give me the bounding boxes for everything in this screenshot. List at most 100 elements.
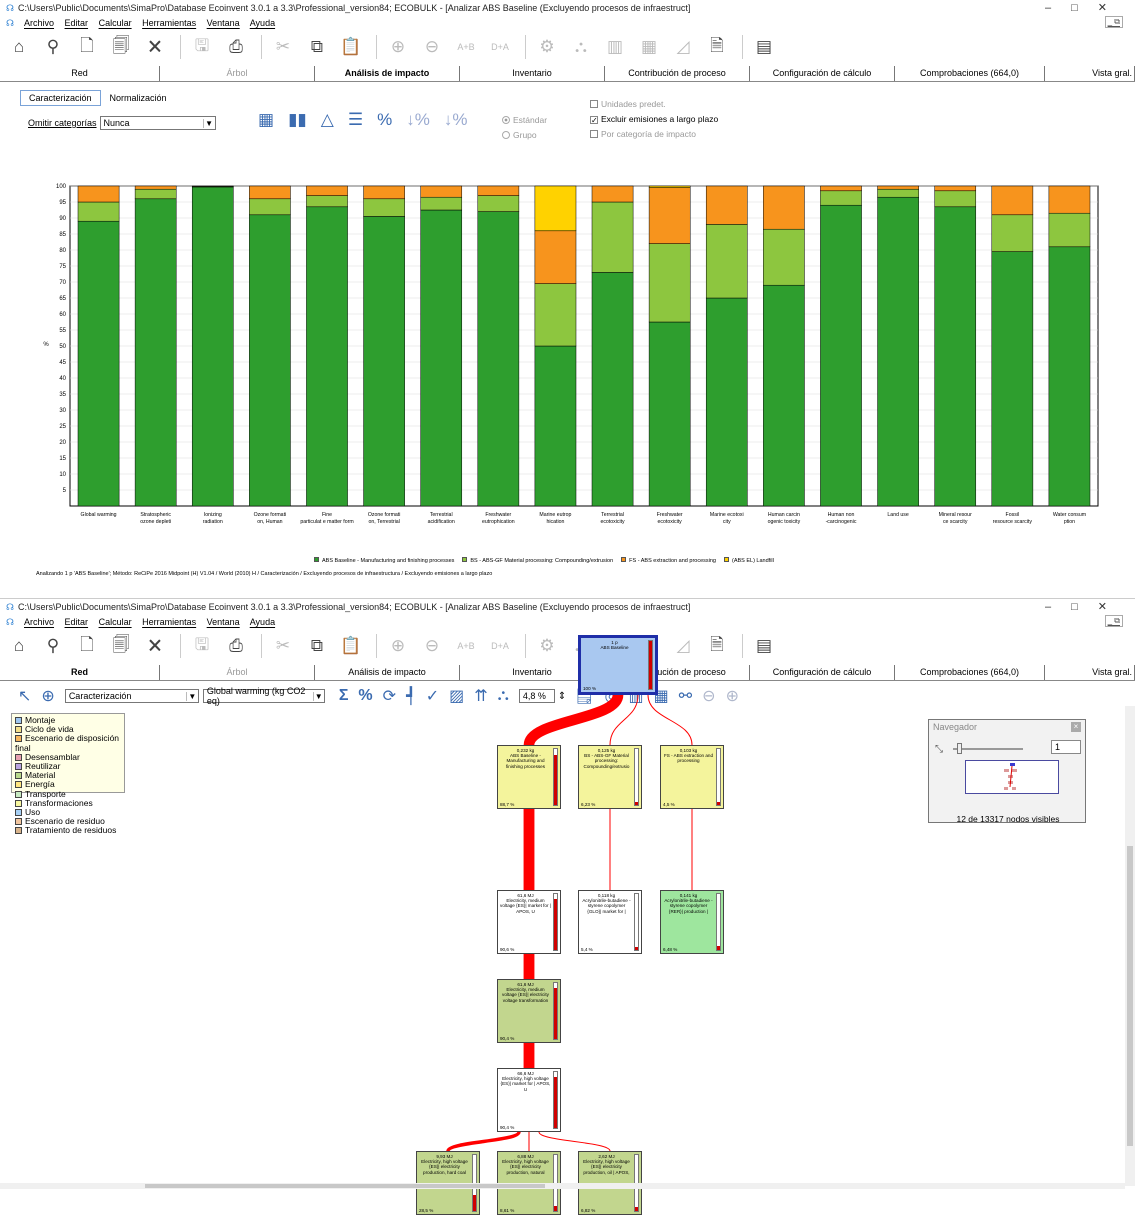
copy-icon[interactable]: ⧉	[302, 32, 332, 62]
menu-ventana[interactable]: Ventana	[207, 18, 240, 28]
tab-vista-general[interactable]: Vista gral.	[1045, 66, 1135, 81]
horizontal-scrollbar[interactable]	[0, 1183, 1125, 1189]
sub-tabs: Caracterización Normalización	[20, 90, 176, 106]
zoom-fit-icon[interactable]: ⤡	[935, 744, 943, 755]
chart-single-icon[interactable]: ▥	[600, 32, 630, 62]
bar-segment	[478, 212, 519, 506]
network-icon[interactable]: ⛬	[566, 32, 596, 62]
bar-segment	[1049, 186, 1090, 213]
bar-chart-icon[interactable]: ▮▮	[288, 110, 307, 130]
bar-segment	[535, 186, 576, 231]
menu-herramientas[interactable]: Herramientas	[142, 18, 196, 28]
process-node[interactable]: 66,6 MJElectricity, high voltage {ES}| m…	[497, 1068, 561, 1132]
tab-contribucion-proceso[interactable]: Contribución de proceso	[605, 66, 750, 81]
check-exclude-long-term[interactable]: ✓Excluir emisiones a largo plazo	[590, 112, 718, 127]
filter-settings-icon[interactable]: ☰	[348, 110, 363, 130]
tab-inventario[interactable]: Inventario	[460, 66, 605, 81]
percent-down-icon[interactable]: ↓%	[444, 110, 468, 130]
triangle-chart-icon[interactable]: △	[321, 110, 334, 130]
process-name: Acrylonitrile-butadiene -styrene copolym…	[581, 898, 632, 914]
new-document-icon[interactable]: 🗋	[72, 32, 102, 62]
tab-red[interactable]: Red	[0, 66, 160, 81]
mdi-controls[interactable]: _ ⧉	[1105, 16, 1123, 28]
subtab-normalizacion[interactable]: Normalización	[101, 90, 176, 106]
print-icon[interactable]: ⎙	[221, 32, 251, 62]
bar-segment	[992, 186, 1033, 215]
horizontal-scroll-thumb[interactable]	[145, 1184, 545, 1188]
y-tick-label: 90	[59, 216, 66, 222]
contribution-gauge	[716, 893, 721, 951]
add-process-icon[interactable]: ⊕	[383, 32, 413, 62]
bar-segment	[763, 229, 804, 285]
legend-label: (ABS EL) Landfill	[732, 558, 774, 564]
bar-segment	[706, 298, 747, 506]
tab-comprobaciones[interactable]: Comprobaciones (664,0)	[895, 66, 1045, 81]
check-default-units-label: Unidades predet.	[601, 99, 666, 109]
paste-icon[interactable]: 📋	[336, 32, 366, 62]
navigator-status: 12 de 13317 nodos visibles	[929, 814, 1087, 824]
checkbox-checked: ✓	[590, 116, 598, 124]
x-tick-label: Freshwatereutrophication	[482, 512, 515, 525]
menu-archivo[interactable]: Archivo	[24, 18, 54, 28]
zoom-slider-thumb[interactable]	[957, 743, 962, 754]
settings-icon[interactable]: ⚙	[532, 32, 562, 62]
bar-segment	[592, 202, 633, 272]
radio-standard[interactable]: Estándar	[502, 113, 547, 128]
menu-ayuda[interactable]: Ayuda	[250, 18, 275, 28]
legend-label: ABS Baseline - Manufacturing and finishi…	[322, 558, 454, 564]
open-document-icon[interactable]: 🗐	[106, 32, 136, 62]
remove-process-icon[interactable]: ⊖	[417, 32, 447, 62]
vertical-scroll-thumb[interactable]	[1127, 846, 1133, 1146]
report-icon[interactable]: 🗎	[702, 32, 732, 62]
bar-segment	[878, 197, 919, 506]
subtab-caracterizacion[interactable]: Caracterización	[20, 90, 101, 106]
tab-analisis-impacto[interactable]: Análisis de impacto	[315, 66, 460, 81]
legend-swatch	[462, 557, 467, 562]
table-view-icon[interactable]: ▦	[258, 110, 274, 130]
chart-bars-icon[interactable]: ▦	[634, 32, 664, 62]
percent-icon[interactable]: %	[377, 110, 392, 130]
navigator-panel: Navegador× ⤡ 1 12 de 13317 nodos visible…	[928, 719, 1086, 823]
vertical-scrollbar[interactable]	[1125, 706, 1135, 1186]
menu-calcular[interactable]: Calcular	[99, 18, 132, 28]
omit-categories-label: Omitir categorías	[28, 118, 97, 128]
calculator-icon[interactable]: ▤	[749, 32, 779, 62]
save-icon[interactable]: 🖫	[187, 32, 217, 62]
process-node[interactable]: 0,232 kgABS Baseline - Manufacturing and…	[497, 745, 561, 809]
check-default-units[interactable]: Unidades predet.	[590, 97, 718, 112]
bar-segment	[649, 186, 690, 188]
zoom-level-input[interactable]: 1	[1051, 740, 1081, 754]
omit-categories-select[interactable]: Nunca▼	[100, 116, 216, 130]
tab-arbol[interactable]: Árbol	[160, 66, 315, 81]
process-node[interactable]: 0,141 kgAcrylonitrile-butadiene -styrene…	[660, 890, 724, 954]
process-node[interactable]: 0,125 kgBS - ABS-GF Material processing:…	[578, 745, 642, 809]
x-tick-label: Marine ecotoxicity	[710, 512, 744, 525]
process-node[interactable]: 1 pABS Baseline100 %	[578, 635, 658, 695]
window-controls[interactable]: –□✕	[1045, 0, 1127, 16]
process-percentage: 90,4 %	[500, 1125, 514, 1130]
menu-editar[interactable]: Editar	[65, 18, 89, 28]
contribution-gauge	[648, 640, 653, 690]
check-per-category[interactable]: Por categoría de impacto	[590, 127, 718, 142]
x-tick-label: Fineparticulat e matter form	[300, 512, 353, 525]
tab-configuracion-calculo[interactable]: Configuración de cálculo	[750, 66, 895, 81]
zoom-slider[interactable]	[953, 748, 1023, 750]
chart-line-icon[interactable]: ◿	[668, 32, 698, 62]
process-node[interactable]: 0,118 kgAcrylonitrile-butadiene -styrene…	[578, 890, 642, 954]
calculate-icon[interactable]: A+B	[451, 32, 481, 62]
compare-icon[interactable]: D+A	[485, 32, 515, 62]
cut-icon[interactable]: ✂	[268, 32, 298, 62]
process-name: Acrylonitrile-butadiene -styrene copolym…	[663, 898, 714, 914]
process-node[interactable]: 0,103 kgFS - ABS extraction and processi…	[660, 745, 724, 809]
process-node[interactable]: 61,6 MJElectricity, medium voltage {ES}|…	[497, 890, 561, 954]
bar-segment	[135, 189, 176, 199]
percent-up-icon[interactable]: ↓%	[406, 110, 430, 130]
radio-group[interactable]: Grupo	[502, 128, 547, 143]
close-icon[interactable]: ×	[1071, 722, 1081, 732]
process-node[interactable]: 61,6 MJElectricity, medium voltage {ES}|…	[497, 979, 561, 1043]
home-icon[interactable]: ⌂	[4, 32, 34, 62]
network-minimap[interactable]	[965, 760, 1059, 794]
network-window: ☊C:\Users\Public\Documents\SimaPro\Datab…	[0, 598, 1135, 1189]
close-document-icon[interactable]: 🗙	[140, 32, 170, 62]
search-icon[interactable]: ⚲	[38, 32, 68, 62]
